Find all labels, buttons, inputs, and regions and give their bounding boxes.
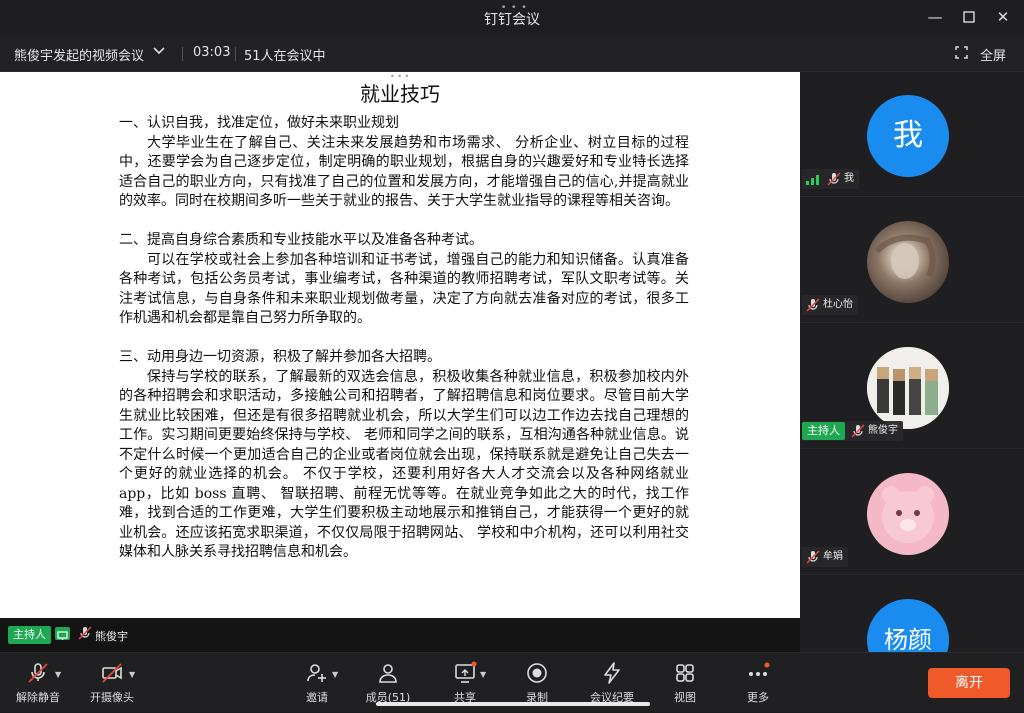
host-badge: 主持人 — [802, 422, 845, 440]
paragraph: 可以在学校或社会上参加各种培训和证书考试，增强自己的能力和知识储备。认真准备各种… — [119, 251, 689, 327]
sharer-name: 熊俊宇 — [95, 630, 128, 643]
chevron-down-icon[interactable]: ▼ — [55, 670, 61, 679]
section-heading: 二、提高自身综合素质和专业技能水平以及准备各种考试。 — [119, 232, 483, 248]
minimize-button[interactable]: — — [922, 6, 948, 28]
mic-muted-icon — [28, 663, 48, 683]
section-heading: 一、认识自我，找准定位，做好未来职业规划 — [119, 115, 399, 131]
participant-name: 我 — [844, 173, 854, 184]
chevron-down-icon[interactable]: ▼ — [332, 670, 338, 679]
divider — [235, 47, 236, 61]
invite-button[interactable]: ▼ 邀请 — [292, 653, 342, 713]
screen-sharer-bar: 主持人 熊俊宇 — [0, 618, 800, 652]
unmute-button[interactable]: ▼ 解除静音 — [8, 653, 68, 713]
camera-off-icon — [102, 663, 122, 683]
avatar: 杨颜 — [867, 599, 949, 652]
paragraph-spacer — [119, 329, 689, 349]
invite-label: 邀请 — [306, 691, 328, 704]
close-window-button[interactable]: ✕ — [990, 6, 1016, 28]
more-icon — [749, 662, 770, 676]
participant-name: 牟娟 — [823, 551, 843, 562]
document-body: 一、认识自我，找准定位，做好未来职业规划大学毕业生在了解自己、关注未来发展趋势和… — [119, 114, 689, 563]
camera-button[interactable]: ▼ 开摄像头 — [82, 653, 142, 713]
paragraph-spacer — [119, 212, 689, 232]
screen-share-icon — [55, 627, 70, 640]
maximize-icon — [963, 11, 975, 23]
participant-label: 牟娟 — [802, 547, 848, 567]
leave-button[interactable]: 离开 — [928, 668, 1010, 698]
participant-tile[interactable]: 杜心怡 — [800, 198, 1024, 323]
paragraph: 保持与学校的联系，了解最新的双选会信息，积极收集各种就业信息，积极参加校内外的各… — [119, 368, 689, 561]
mic-muted-icon — [851, 424, 865, 438]
participant-label: 我 — [802, 169, 859, 189]
invite-icon — [307, 664, 326, 682]
chevron-down-icon[interactable] — [153, 45, 165, 59]
record-icon — [527, 663, 547, 683]
window-title-bar: • • • 钉钉会议 — ✕ — [0, 0, 1024, 36]
avatar: 我 — [867, 95, 949, 177]
host-badge: 主持人 — [8, 626, 51, 644]
participant-name: 杜心怡 — [823, 299, 853, 310]
more-label: 更多 — [747, 691, 769, 704]
section-heading: 三、动用身边一切资源，积极了解并参加各大招聘。 — [119, 349, 441, 365]
camera-label: 开摄像头 — [90, 691, 134, 704]
avatar — [867, 347, 949, 429]
meeting-info-bar: 熊俊宇发起的视频会议 03:03 51人在会议中 全屏 — [0, 36, 1024, 72]
share-screen-icon — [455, 661, 477, 683]
fullscreen-button[interactable]: 全屏 — [980, 45, 1006, 64]
participant-tile[interactable]: 主持人 熊俊宇 — [800, 324, 1024, 449]
mic-muted-icon — [806, 550, 820, 564]
mic-muted-icon — [806, 298, 820, 312]
attendance-count: 51人在会议中 — [244, 49, 326, 64]
signal-strength-icon — [806, 174, 822, 185]
drag-handle-bar[interactable] — [376, 702, 650, 706]
paragraph: 大学毕业生在了解自己、关注未来发展趋势和市场需求、 分析企业、树立目标的过程中，… — [119, 134, 689, 210]
participant-name: 熊俊宇 — [868, 425, 898, 436]
view-button[interactable]: 视图 — [660, 653, 710, 713]
meeting-name[interactable]: 熊俊宇发起的视频会议 — [14, 45, 144, 64]
unmute-label: 解除静音 — [16, 691, 60, 704]
minutes-icon — [604, 662, 620, 684]
chevron-down-icon[interactable]: ▼ — [129, 670, 135, 679]
mic-muted-icon — [78, 626, 92, 640]
shared-screen: • • • 就业技巧 一、认识自我，找准定位，做好未来职业规划 大学毕业生在了解自… — [0, 72, 800, 618]
participant-tile[interactable]: 我 我 — [800, 72, 1024, 197]
fullscreen-icon[interactable] — [955, 46, 968, 59]
participant-sidebar: 我 我 杜心怡 主持人 熊俊宇 牟娟 杨颜 — [800, 72, 1024, 652]
divider — [182, 47, 183, 61]
maximize-button[interactable] — [956, 6, 982, 28]
participant-tile[interactable]: 杨颜 — [800, 576, 1024, 652]
app-title: 钉钉会议 — [484, 12, 540, 28]
more-button[interactable]: 更多 — [733, 653, 783, 713]
participant-label: 主持人 熊俊宇 — [802, 421, 903, 441]
grid-view-icon — [676, 664, 694, 682]
chevron-down-icon[interactable]: ▼ — [480, 670, 486, 679]
document-title: 就业技巧 — [360, 82, 440, 106]
view-label: 视图 — [674, 691, 696, 704]
avatar — [867, 221, 949, 303]
members-icon — [379, 664, 397, 683]
avatar — [867, 473, 949, 555]
meeting-duration: 03:03 — [193, 45, 231, 60]
participant-label: 杜心怡 — [802, 295, 858, 315]
participant-tile[interactable]: 牟娟 — [800, 450, 1024, 575]
mic-muted-icon — [827, 172, 841, 186]
